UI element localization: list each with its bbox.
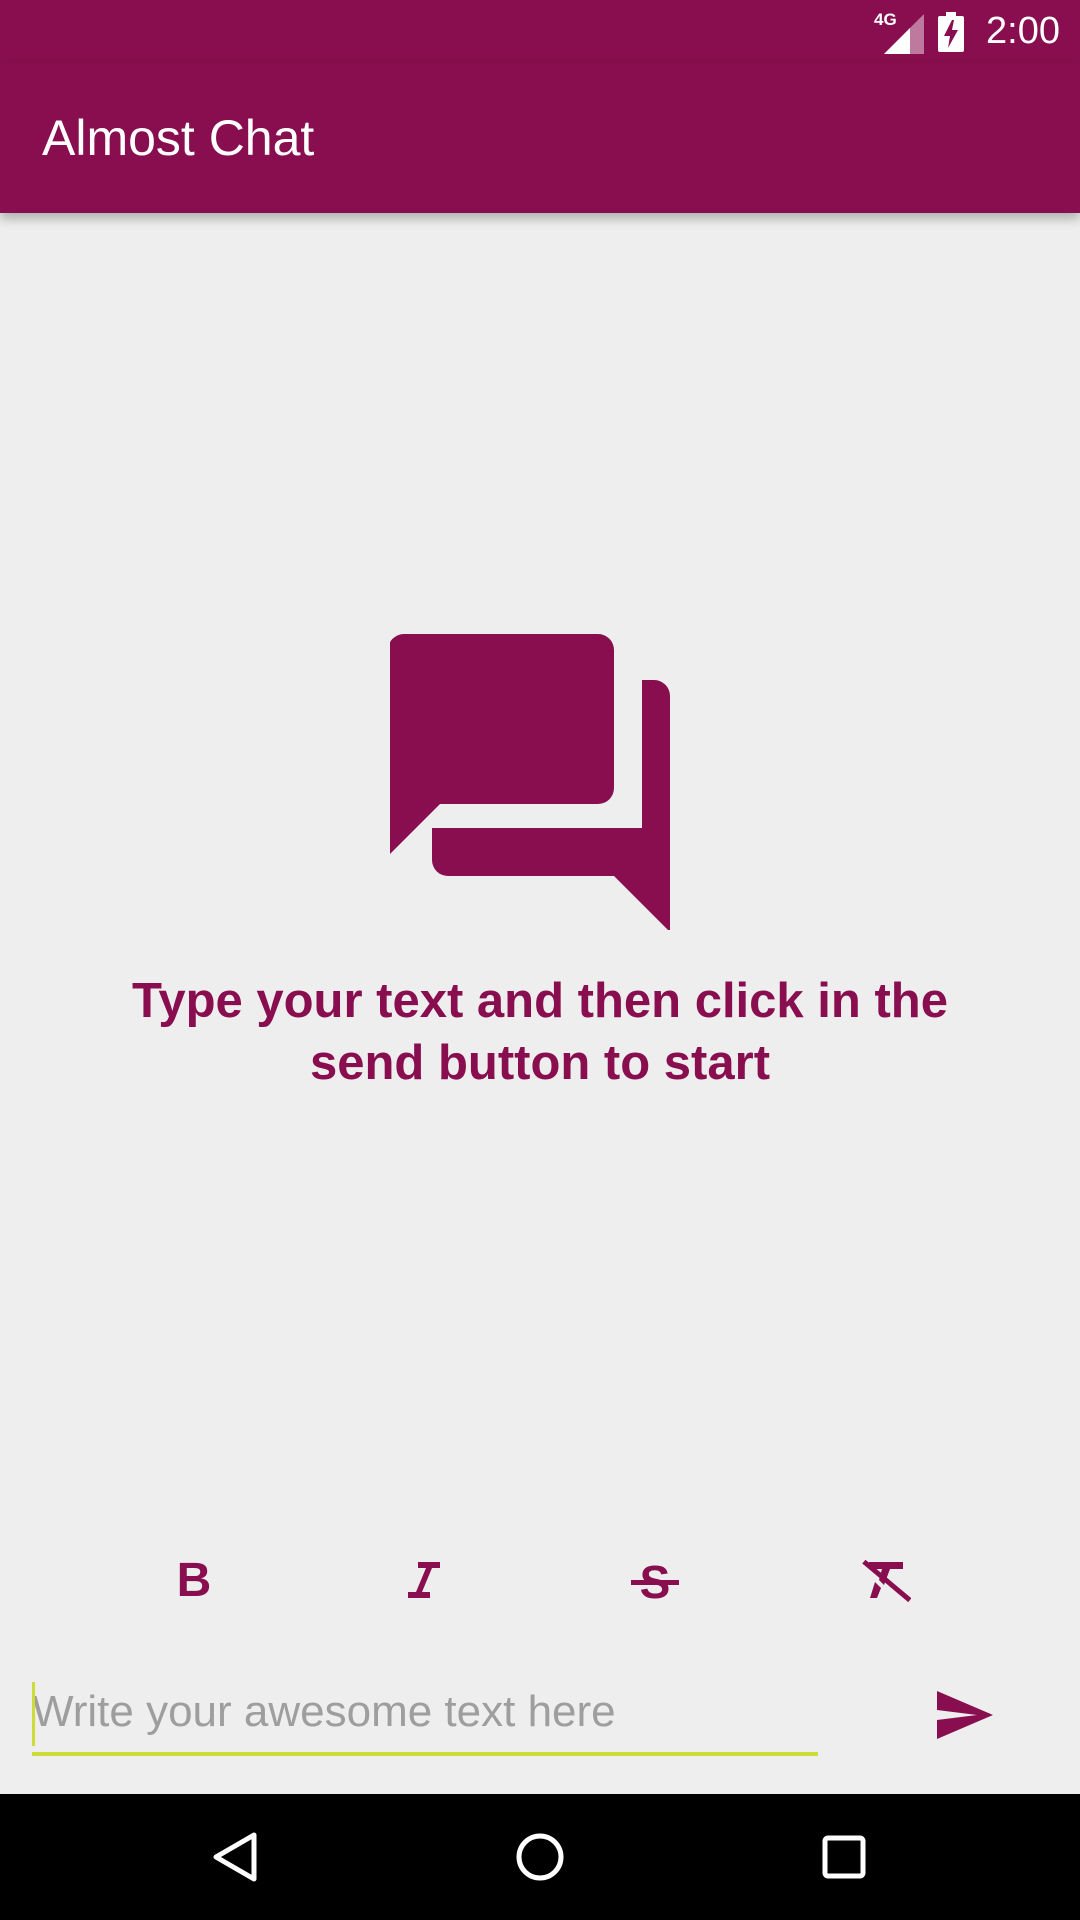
app-bar: Almost Chat	[0, 63, 1080, 213]
svg-text:B: B	[177, 1554, 212, 1606]
format-toolbar: B S	[0, 1535, 1080, 1625]
bold-button[interactable]: B	[149, 1535, 239, 1625]
signal-icon	[884, 13, 925, 54]
status-icons: 4G 2:00	[874, 0, 1060, 63]
text-cursor	[32, 1682, 35, 1746]
format-clear-icon	[862, 1559, 911, 1603]
italic-button[interactable]	[379, 1535, 469, 1625]
format-bold-icon: B	[177, 1554, 212, 1606]
status-time: 2:00	[986, 10, 1060, 52]
navigation-bar	[0, 1794, 1080, 1920]
message-input[interactable]	[32, 1672, 818, 1756]
forum-chat-icon	[390, 634, 670, 930]
empty-state: Type your text and then click in the sen…	[0, 630, 1080, 1094]
send-button[interactable]	[920, 1680, 1010, 1750]
strikethrough-button[interactable]: S	[610, 1535, 700, 1625]
format-italic-icon	[408, 1562, 440, 1598]
screen: 4G 2:00 Almost Chat Type your text and t…	[0, 0, 1080, 1920]
network-4g-icon: 4G	[874, 10, 925, 54]
battery-charging-icon	[938, 11, 965, 52]
home-button[interactable]	[500, 1817, 580, 1897]
recents-button[interactable]	[804, 1817, 884, 1897]
recents-icon	[822, 1835, 866, 1879]
back-button[interactable]	[196, 1817, 276, 1897]
status-bar: 4G 2:00	[0, 0, 1080, 63]
empty-state-message: Type your text and then click in the sen…	[132, 974, 948, 1090]
send-icon	[937, 1691, 993, 1739]
back-icon	[213, 1832, 257, 1882]
clear-format-button[interactable]	[840, 1535, 930, 1625]
message-input-row	[0, 1660, 1080, 1770]
home-icon	[516, 1833, 564, 1881]
app-title: Almost Chat	[42, 110, 315, 166]
format-strikethrough-icon: S	[631, 1556, 679, 1606]
